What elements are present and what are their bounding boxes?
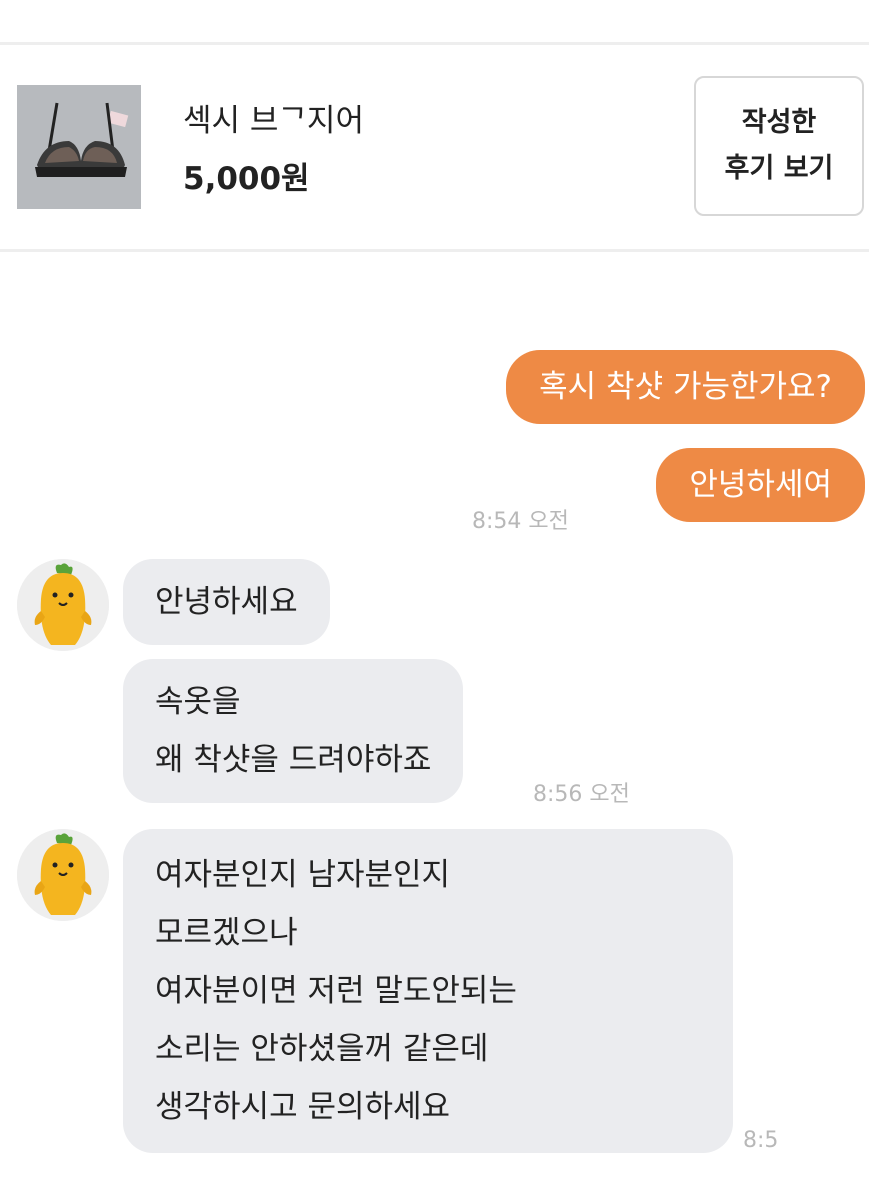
review-button-line-1: 작성한 bbox=[741, 107, 817, 138]
message-line: 소리는 안하셨을꺼 같은데 bbox=[155, 1031, 489, 1067]
carrot-character-icon bbox=[17, 559, 109, 651]
bra-product-icon bbox=[17, 85, 141, 209]
message-line: 여자분이면 저런 말도안되는 bbox=[155, 973, 517, 1009]
message-line: 생각하시고 문의하세요 bbox=[155, 1089, 451, 1125]
product-card[interactable]: 섹시 브ᄀ지어 5,000원 작성한 후기 보기 bbox=[0, 45, 869, 249]
message-text: 혹시 착샷 가능한가요? bbox=[539, 369, 832, 405]
message-timestamp: 8:5 bbox=[743, 1128, 779, 1153]
review-button-line-2: 후기 보기 bbox=[724, 153, 834, 184]
carrot-character-icon bbox=[17, 829, 109, 921]
sent-message: 안녕하세여 bbox=[656, 448, 865, 522]
view-reviews-button[interactable]: 작성한 후기 보기 bbox=[694, 76, 864, 216]
message-line: 모르겠으나 bbox=[155, 915, 298, 951]
product-name: 섹시 브ᄀ지어 bbox=[183, 103, 364, 139]
message-line: 왜 착샷을 드려야하죠 bbox=[155, 742, 432, 778]
received-message: 속옷을 왜 착샷을 드려야하죠 bbox=[123, 659, 464, 803]
message-line: 여자분인지 남자분인지 bbox=[155, 857, 451, 893]
carrot-avatar-icon[interactable] bbox=[17, 829, 109, 921]
carrot-avatar-icon[interactable] bbox=[17, 559, 109, 651]
message-text: 안녕하세요 bbox=[155, 584, 298, 620]
card-divider bbox=[0, 249, 869, 252]
received-message: 안녕하세요 bbox=[123, 559, 330, 645]
product-thumbnail[interactable] bbox=[17, 85, 141, 209]
message-text: 안녕하세여 bbox=[689, 467, 832, 503]
message-line: 속옷을 bbox=[155, 684, 241, 720]
product-price: 5,000원 bbox=[183, 161, 310, 197]
received-message: 여자분인지 남자분인지 모르겠으나 여자분이면 저런 말도안되는 소리는 안하셨… bbox=[123, 829, 733, 1153]
sent-message: 혹시 착샷 가능한가요? bbox=[506, 350, 865, 424]
message-timestamp: 8:54 오전 bbox=[472, 509, 569, 534]
message-timestamp: 8:56 오전 bbox=[533, 782, 630, 807]
